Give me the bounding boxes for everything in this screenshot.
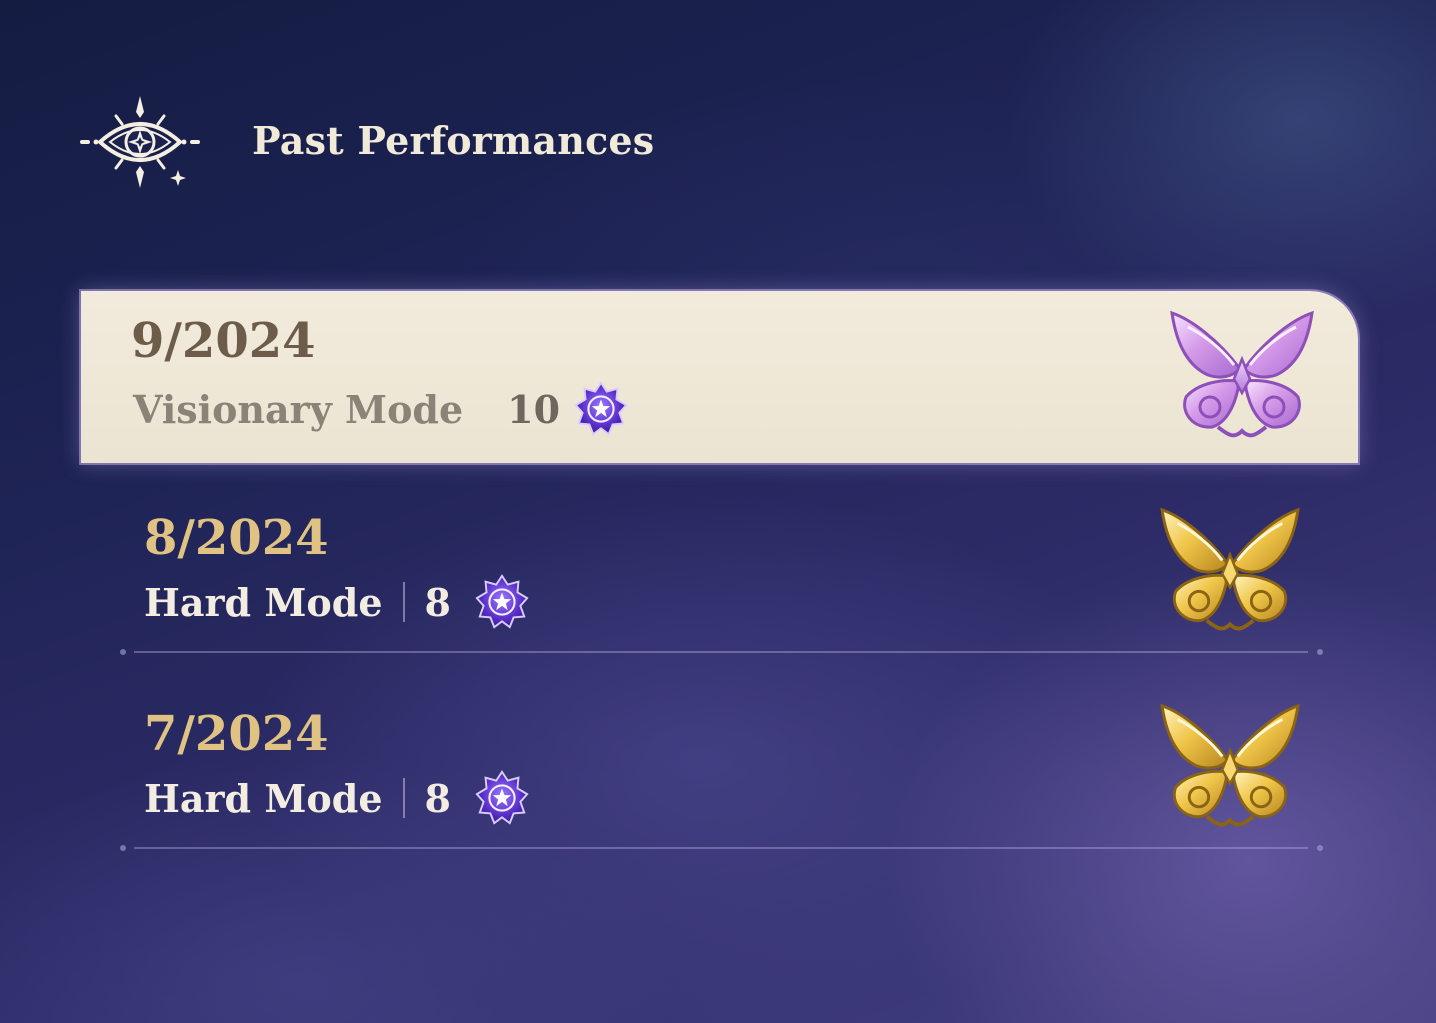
record-star-count: 10 <box>507 386 561 432</box>
purple-star-badge-icon <box>475 574 529 629</box>
record-date: 7/2024 <box>144 706 329 762</box>
record-mode-row: Visionary Mode 10 <box>133 381 630 436</box>
row-separator <box>120 845 1323 851</box>
record-mode-row: Hard Mode 8 <box>144 574 531 630</box>
performance-record[interactable]: 8/2024 Hard Mode 8 <box>120 506 1325 656</box>
page-title: Past Performances <box>252 117 655 163</box>
performance-record-selected[interactable]: 9/2024 Visionary Mode 10 <box>81 291 1358 463</box>
record-date: 9/2024 <box>131 313 316 369</box>
mode-divider <box>402 778 405 818</box>
gold-butterfly-medal-icon <box>1160 703 1300 827</box>
eye-sigil-icon <box>80 96 200 188</box>
purple-star-badge-icon <box>475 770 529 825</box>
record-mode: Hard Mode <box>144 775 383 821</box>
performance-record[interactable]: 7/2024 Hard Mode 8 <box>120 702 1325 852</box>
record-mode: Hard Mode <box>144 579 383 625</box>
gold-butterfly-medal-icon <box>1160 507 1300 631</box>
record-star-count: 8 <box>424 579 451 625</box>
purple-star-badge-icon <box>574 381 628 436</box>
mode-divider <box>402 582 405 622</box>
row-separator <box>120 649 1323 655</box>
record-star-count: 8 <box>424 775 451 821</box>
lavender-butterfly-medal-icon <box>1170 310 1314 438</box>
record-mode-row: Hard Mode 8 <box>144 770 531 826</box>
page-header: Past Performances <box>78 92 654 192</box>
record-date: 8/2024 <box>144 510 329 566</box>
record-mode: Visionary Mode <box>133 386 464 432</box>
